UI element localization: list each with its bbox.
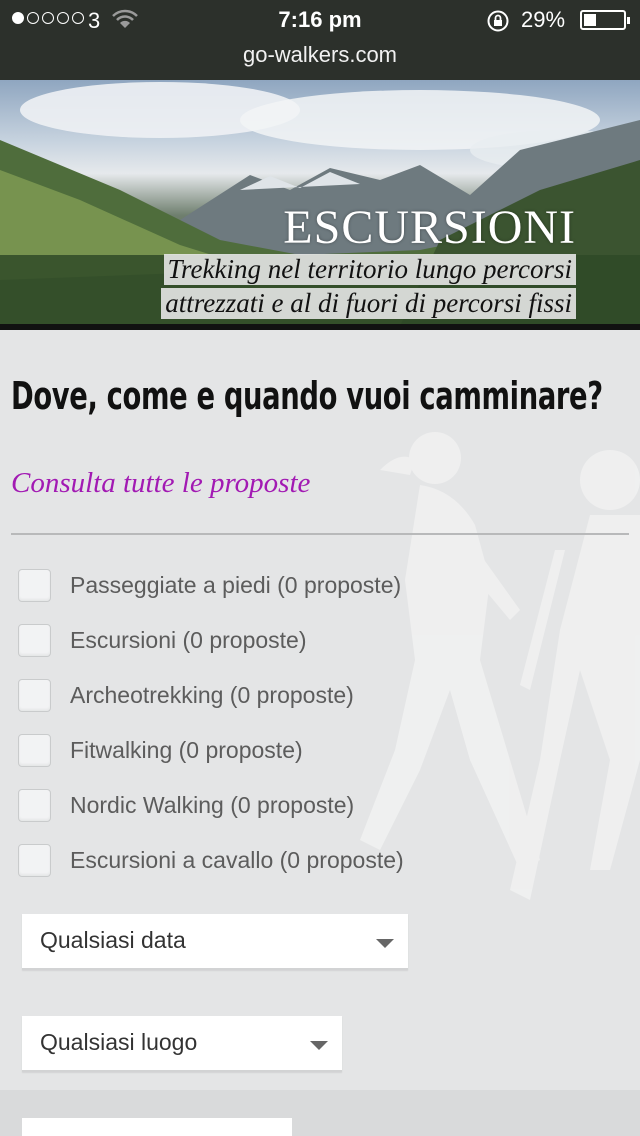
third-select[interactable] [22, 1118, 292, 1136]
divider [11, 533, 629, 535]
filter-label: Escursioni (0 proposte) [70, 627, 307, 653]
filter-passeggiate[interactable]: Passeggiate a piedi (0 proposte) [18, 568, 401, 602]
walkers-silhouette-image [360, 432, 640, 900]
filter-label: Escursioni a cavallo (0 proposte) [70, 847, 404, 873]
orientation-lock-icon [487, 10, 509, 32]
filter-label: Fitwalking (0 proposte) [70, 737, 303, 763]
checkbox[interactable] [18, 678, 51, 712]
checkbox[interactable] [18, 788, 51, 822]
checkbox[interactable] [18, 623, 51, 657]
browser-top-bar: 3 7:16 pm 29% go-walkers.com [0, 0, 640, 80]
hero-title: ESCURSIONI [283, 201, 576, 254]
filter-nordic-walking[interactable]: Nordic Walking (0 proposte) [18, 788, 354, 822]
date-select-value: Qualsiasi data [40, 927, 186, 953]
battery-percentage: 29% [521, 7, 566, 32]
filter-label: Archeotrekking (0 proposte) [70, 682, 354, 708]
all-proposals-link[interactable]: Consulta tutte le proposte [11, 467, 310, 500]
checkbox[interactable] [18, 733, 51, 767]
checkbox[interactable] [18, 843, 51, 877]
status-bar: 3 7:16 pm 29% [0, 0, 640, 40]
filter-escursioni-cavallo[interactable]: Escursioni a cavallo (0 proposte) [18, 843, 404, 877]
hero-subtitle-line2: attrezzati e al di fuori di percorsi fis… [161, 288, 576, 319]
date-select[interactable]: Qualsiasi data [22, 914, 408, 970]
page-headline: Dove, come e quando vuoi camminare? [11, 374, 603, 418]
battery-icon [580, 10, 630, 30]
place-select[interactable]: Qualsiasi luogo [22, 1016, 342, 1072]
filter-archeotrekking[interactable]: Archeotrekking (0 proposte) [18, 678, 354, 712]
address-bar[interactable]: go-walkers.com [0, 42, 640, 68]
filter-label: Passeggiate a piedi (0 proposte) [70, 572, 402, 598]
filter-fitwalking[interactable]: Fitwalking (0 proposte) [18, 733, 303, 767]
filter-label: Nordic Walking (0 proposte) [70, 792, 355, 818]
filter-escursioni[interactable]: Escursioni (0 proposte) [18, 623, 307, 657]
main-content: Dove, come e quando vuoi camminare? Cons… [0, 330, 640, 1136]
checkbox[interactable] [18, 568, 51, 602]
chevron-down-icon [310, 1041, 328, 1050]
chevron-down-icon [376, 939, 394, 948]
place-select-value: Qualsiasi luogo [40, 1029, 198, 1055]
hero-subtitle-line1: Trekking nel territorio lungo percorsi [163, 254, 576, 285]
hero-banner: ESCURSIONI Trekking nel territorio lungo… [0, 80, 640, 326]
